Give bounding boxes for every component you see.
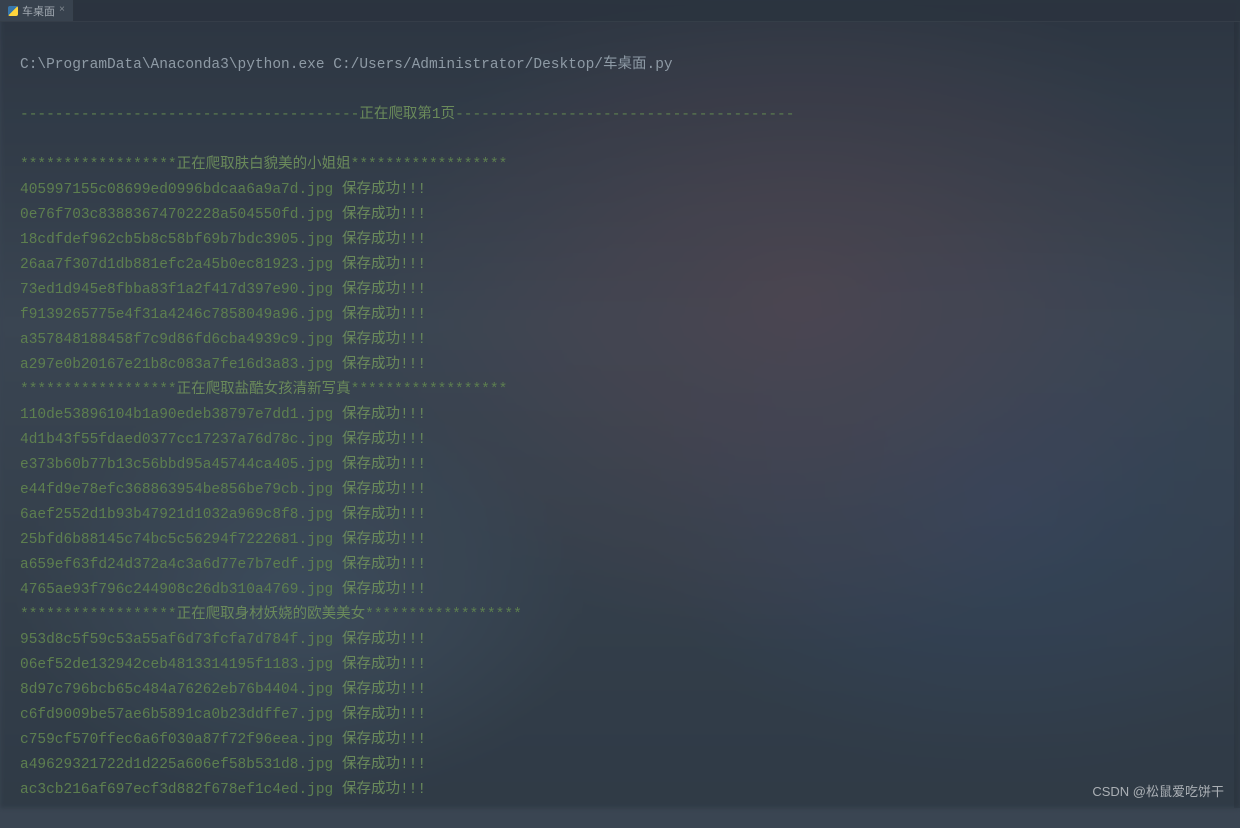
watermark-text: CSDN @松鼠爱吃饼干 — [1092, 781, 1224, 800]
save-success-text: 保存成功!!! — [342, 232, 426, 248]
filename: e373b60b77b13c56bbd95a45744ca405.jpg — [20, 457, 333, 473]
file-save-line: a357848188458f7c9d86fd6cba4939c9.jpg 保存成… — [20, 328, 1228, 353]
file-save-line: a297e0b20167e21b8c083a7fe16d3a83.jpg 保存成… — [20, 353, 1228, 378]
section-title: 正在爬取身材妖娆的欧美美女 — [177, 607, 366, 623]
save-success-text: 保存成功!!! — [342, 532, 426, 548]
filename: 06ef52de132942ceb4813314195f1183.jpg — [20, 657, 333, 673]
file-save-line: 953d8c5f59c53a55af6d73fcfa7d784f.jpg 保存成… — [20, 628, 1228, 653]
filename: 73ed1d945e8fbba83f1a2f417d397e90.jpg — [20, 282, 333, 298]
save-success-text: 保存成功!!! — [342, 507, 426, 523]
filename: 4765ae93f796c244908c26db310a4769.jpg — [20, 582, 333, 598]
stars-suffix: ****************** — [351, 157, 508, 173]
close-icon[interactable]: × — [59, 5, 65, 16]
save-success-text: 保存成功!!! — [342, 257, 426, 273]
stars-suffix: ****************** — [351, 382, 508, 398]
filename: 110de53896104b1a90edeb38797e7dd1.jpg — [20, 407, 333, 423]
section-header: ******************正在爬取身材妖娆的欧美美女*********… — [20, 603, 1228, 628]
scrollbar[interactable] — [1234, 22, 1240, 808]
filename: 26aa7f307d1db881efc2a45b0ec81923.jpg — [20, 257, 333, 273]
page-header-line: ---------------------------------------正… — [20, 103, 1228, 128]
save-success-text: 保存成功!!! — [342, 432, 426, 448]
filename: a659ef63fd24d372a4c3a6d77e7b7edf.jpg — [20, 557, 333, 573]
file-save-line: 405997155c08699ed0996bdcaa6a9a7d.jpg 保存成… — [20, 178, 1228, 203]
file-save-line: 26aa7f307d1db881efc2a45b0ec81923.jpg 保存成… — [20, 253, 1228, 278]
file-save-line: ac3cb216af697ecf3d882f678ef1c4ed.jpg 保存成… — [20, 778, 1228, 803]
save-success-text: 保存成功!!! — [342, 357, 426, 373]
file-save-line: e373b60b77b13c56bbd95a45744ca405.jpg 保存成… — [20, 453, 1228, 478]
filename: 8d97c796bcb65c484a76262eb76b4404.jpg — [20, 682, 333, 698]
section-title: 正在爬取肤白貌美的小姐姐 — [177, 157, 351, 173]
save-success-text: 保存成功!!! — [342, 707, 426, 723]
save-success-text: 保存成功!!! — [342, 782, 426, 798]
section-header: ******************正在爬取盐酷女孩清新写真**********… — [20, 378, 1228, 403]
file-save-line: 18cdfdef962cb5b8c58bf69b7bdc3905.jpg 保存成… — [20, 228, 1228, 253]
file-save-line: 06ef52de132942ceb4813314195f1183.jpg 保存成… — [20, 653, 1228, 678]
filename: 18cdfdef962cb5b8c58bf69b7bdc3905.jpg — [20, 232, 333, 248]
file-save-line: 4d1b43f55fdaed0377cc17237a76d78c.jpg 保存成… — [20, 428, 1228, 453]
save-success-text: 保存成功!!! — [342, 632, 426, 648]
file-save-line: 6aef2552d1b93b47921d1032a969c8f8.jpg 保存成… — [20, 503, 1228, 528]
filename: a49629321722d1d225a606ef58b531d8.jpg — [20, 757, 333, 773]
python-file-icon — [8, 6, 18, 16]
save-success-text: 保存成功!!! — [342, 407, 426, 423]
save-success-text: 保存成功!!! — [342, 182, 426, 198]
console-output[interactable]: C:\ProgramData\Anaconda3\python.exe C:/U… — [0, 22, 1240, 828]
save-success-text: 保存成功!!! — [342, 582, 426, 598]
command-line: C:\ProgramData\Anaconda3\python.exe C:/U… — [20, 53, 1228, 78]
file-save-line: a49629321722d1d225a606ef58b531d8.jpg 保存成… — [20, 753, 1228, 778]
filename: a357848188458f7c9d86fd6cba4939c9.jpg — [20, 332, 333, 348]
filename: f9139265775e4f31a4246c7858049a96.jpg — [20, 307, 333, 323]
filename: e44fd9e78efc368863954be856be79cb.jpg — [20, 482, 333, 498]
section-title: 正在爬取盐酷女孩清新写真 — [177, 382, 351, 398]
save-success-text: 保存成功!!! — [342, 207, 426, 223]
stars-prefix: ****************** — [20, 157, 177, 173]
stars-suffix: ****************** — [365, 607, 522, 623]
file-save-line: 73ed1d945e8fbba83f1a2f417d397e90.jpg 保存成… — [20, 278, 1228, 303]
file-save-line: 0e76f703c83883674702228a504550fd.jpg 保存成… — [20, 203, 1228, 228]
filename: 6aef2552d1b93b47921d1032a969c8f8.jpg — [20, 507, 333, 523]
save-success-text: 保存成功!!! — [342, 482, 426, 498]
stars-prefix: ****************** — [20, 382, 177, 398]
file-save-line: f9139265775e4f31a4246c7858049a96.jpg 保存成… — [20, 303, 1228, 328]
file-save-line: c6fd9009be57ae6b5891ca0b23ddffe7.jpg 保存成… — [20, 703, 1228, 728]
dashes-suffix: --------------------------------------- — [455, 107, 794, 123]
file-save-line: c759cf570ffec6a6f030a87f72f96eea.jpg 保存成… — [20, 728, 1228, 753]
save-success-text: 保存成功!!! — [342, 282, 426, 298]
file-save-line: 8d97c796bcb65c484a76262eb76b4404.jpg 保存成… — [20, 678, 1228, 703]
dashes-prefix: --------------------------------------- — [20, 107, 359, 123]
filename: a297e0b20167e21b8c083a7fe16d3a83.jpg — [20, 357, 333, 373]
section-header: ******************正在爬取肤白貌美的小姐姐**********… — [20, 153, 1228, 178]
file-save-line: 25bfd6b88145c74bc5c56294f7222681.jpg 保存成… — [20, 528, 1228, 553]
tab-title: 车桌面 — [22, 3, 55, 19]
save-success-text: 保存成功!!! — [342, 732, 426, 748]
save-success-text: 保存成功!!! — [342, 332, 426, 348]
filename: 953d8c5f59c53a55af6d73fcfa7d784f.jpg — [20, 632, 333, 648]
filename: c759cf570ffec6a6f030a87f72f96eea.jpg — [20, 732, 333, 748]
save-success-text: 保存成功!!! — [342, 657, 426, 673]
file-save-line: e44fd9e78efc368863954be856be79cb.jpg 保存成… — [20, 478, 1228, 503]
file-save-line: 4765ae93f796c244908c26db310a4769.jpg 保存成… — [20, 578, 1228, 603]
file-save-line: 110de53896104b1a90edeb38797e7dd1.jpg 保存成… — [20, 403, 1228, 428]
save-success-text: 保存成功!!! — [342, 557, 426, 573]
tab-bar: 车桌面 × — [0, 0, 1240, 22]
filename: 25bfd6b88145c74bc5c56294f7222681.jpg — [20, 532, 333, 548]
filename: c6fd9009be57ae6b5891ca0b23ddffe7.jpg — [20, 707, 333, 723]
filename: 405997155c08699ed0996bdcaa6a9a7d.jpg — [20, 182, 333, 198]
filename: 4d1b43f55fdaed0377cc17237a76d78c.jpg — [20, 432, 333, 448]
page-header-text: 正在爬取第1页 — [359, 107, 455, 123]
filename: ac3cb216af697ecf3d882f678ef1c4ed.jpg — [20, 782, 333, 798]
filename: 0e76f703c83883674702228a504550fd.jpg — [20, 207, 333, 223]
stars-prefix: ****************** — [20, 607, 177, 623]
save-success-text: 保存成功!!! — [342, 307, 426, 323]
save-success-text: 保存成功!!! — [342, 457, 426, 473]
save-success-text: 保存成功!!! — [342, 757, 426, 773]
file-tab[interactable]: 车桌面 × — [0, 0, 74, 21]
file-save-line: a659ef63fd24d372a4c3a6d77e7b7edf.jpg 保存成… — [20, 553, 1228, 578]
save-success-text: 保存成功!!! — [342, 682, 426, 698]
